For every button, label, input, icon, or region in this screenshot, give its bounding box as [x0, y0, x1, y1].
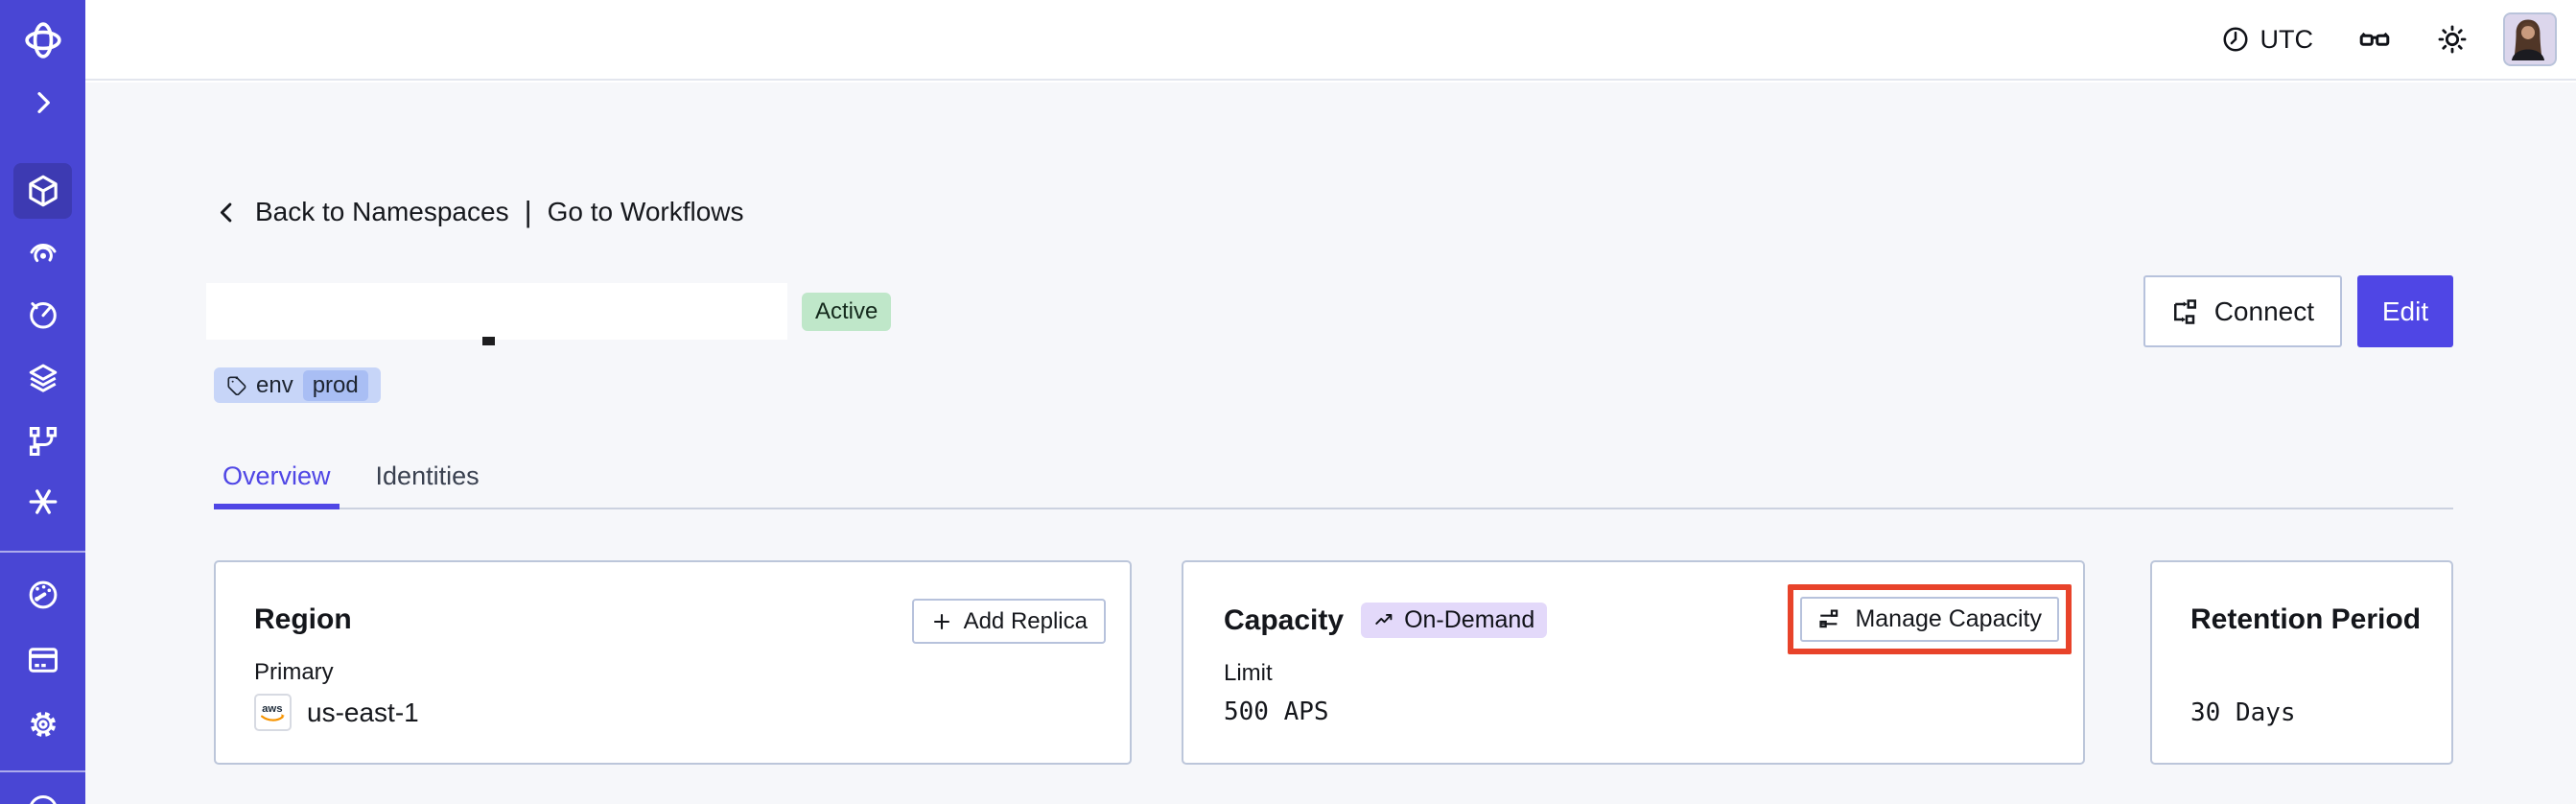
temporal-logo-icon [22, 19, 64, 61]
asterisk-icon [26, 485, 60, 519]
on-demand-label: On-Demand [1404, 606, 1535, 633]
region-card: Region Add Replica Primary aws us-east-1 [214, 560, 1132, 765]
retention-value: 30 Days [2190, 698, 2296, 727]
add-replica-label: Add Replica [963, 607, 1088, 634]
connect-button-label: Connect [2213, 296, 2314, 326]
capacity-card: Capacity On-Demand Manage Capacity Limit… [1182, 560, 2085, 765]
aws-logo-text: aws [262, 703, 283, 715]
tab-overview[interactable]: Overview [214, 461, 340, 509]
breadcrumb-separator: | [524, 195, 532, 228]
namespace-tag: env prod [214, 367, 381, 403]
sidebar-item-schedules[interactable] [0, 297, 85, 332]
sidebar [0, 0, 85, 804]
manage-capacity-label: Manage Capacity [1855, 605, 2042, 632]
gear-icon [26, 707, 60, 742]
sidebar-item-home[interactable] [0, 19, 85, 61]
sun-icon [2436, 23, 2469, 56]
user-avatar[interactable] [2503, 12, 2557, 66]
back-to-namespaces-link[interactable]: Back to Namespaces [255, 197, 509, 227]
namespace-actions: Connect Edit [2143, 275, 2453, 347]
sidebar-expand-button[interactable] [0, 87, 85, 118]
chevron-right-icon [28, 87, 59, 118]
status-badge: Active [802, 292, 892, 331]
sliders-icon [1817, 607, 1842, 632]
plus-icon [930, 610, 953, 633]
tag-icon [226, 375, 246, 395]
manage-capacity-button[interactable]: Manage Capacity [1800, 597, 2059, 642]
sidebar-divider [0, 551, 85, 553]
region-value-row: aws us-east-1 [254, 694, 1106, 731]
aws-logo-icon: aws [261, 703, 285, 721]
clock-icon [2221, 25, 2250, 54]
capacity-value: 500 APS [1224, 698, 1329, 726]
sidebar-item-billing[interactable] [0, 643, 85, 677]
edit-button[interactable]: Edit [2357, 275, 2453, 347]
retention-card-title: Retention Period [2190, 603, 2422, 635]
timer-icon [26, 297, 60, 332]
sidebar-item-account[interactable] [0, 792, 85, 804]
connect-flow-icon [2171, 297, 2200, 326]
timezone-selector[interactable]: UTC [2221, 24, 2314, 55]
on-demand-badge: On-Demand [1361, 603, 1548, 638]
tag-value: prod [302, 369, 368, 401]
retention-card: Retention Period 30 Days [2150, 560, 2453, 765]
connect-button[interactable]: Connect [2143, 275, 2342, 347]
redacted-namespace-name [206, 283, 787, 345]
namespace-title-group: Active [206, 283, 892, 345]
chevron-left-icon[interactable] [214, 200, 240, 225]
sidebar-item-usage[interactable] [0, 578, 85, 612]
namespace-header-row: Active Connect Edit [206, 275, 2453, 347]
breadcrumb: Back to Namespaces | Go to Workflows [214, 195, 2453, 229]
workflow-spiral-icon [26, 237, 60, 272]
cube-icon [25, 173, 61, 209]
tab-identities[interactable]: Identities [367, 461, 488, 508]
tag-row: env prod [214, 367, 2453, 403]
add-replica-button[interactable]: Add Replica [911, 599, 1106, 644]
capacity-card-title: Capacity [1224, 603, 1345, 636]
credit-card-icon [26, 643, 60, 677]
temporal-cloud-app: UTC Back to Namespaces | Go to Workflows… [0, 0, 2576, 804]
go-to-workflows-link[interactable]: Go to Workflows [548, 197, 744, 227]
layers-icon [26, 361, 60, 395]
namespace-detail-page: Back to Namespaces | Go to Workflows Act… [85, 83, 2576, 804]
theme-toggle-button[interactable] [2436, 23, 2469, 56]
manage-capacity-highlight-box: Manage Capacity [1788, 584, 2072, 654]
primary-label: Primary [254, 659, 334, 685]
timezone-label: UTC [2260, 24, 2314, 54]
limit-label: Limit [1224, 660, 1273, 686]
glasses-icon [2357, 22, 2392, 57]
tab-bar: Overview Identities [214, 461, 2453, 509]
sidebar-item-settings[interactable] [0, 707, 85, 742]
topbar: UTC [85, 0, 2576, 81]
edit-button-label: Edit [2381, 296, 2429, 326]
labs-toggle-button[interactable] [2357, 22, 2392, 57]
avatar-image [2505, 14, 2551, 60]
sidebar-item-nexus[interactable] [0, 485, 85, 519]
sidebar-item-connections[interactable] [0, 424, 85, 459]
git-fork-icon [26, 424, 60, 459]
redaction-artifact [482, 337, 495, 345]
aws-provider-chip: aws [254, 694, 292, 731]
sidebar-item-deployments[interactable] [0, 361, 85, 395]
tag-key: env [256, 371, 293, 398]
sidebar-item-namespaces[interactable] [13, 163, 72, 219]
gauge-icon [26, 578, 60, 612]
account-circle-icon [26, 792, 60, 804]
sidebar-divider [0, 770, 85, 772]
trending-up-icon [1373, 609, 1395, 631]
region-value: us-east-1 [307, 697, 419, 727]
summary-cards: Region Add Replica Primary aws us-east-1… [214, 560, 2453, 765]
sidebar-item-workflows[interactable] [0, 237, 85, 272]
